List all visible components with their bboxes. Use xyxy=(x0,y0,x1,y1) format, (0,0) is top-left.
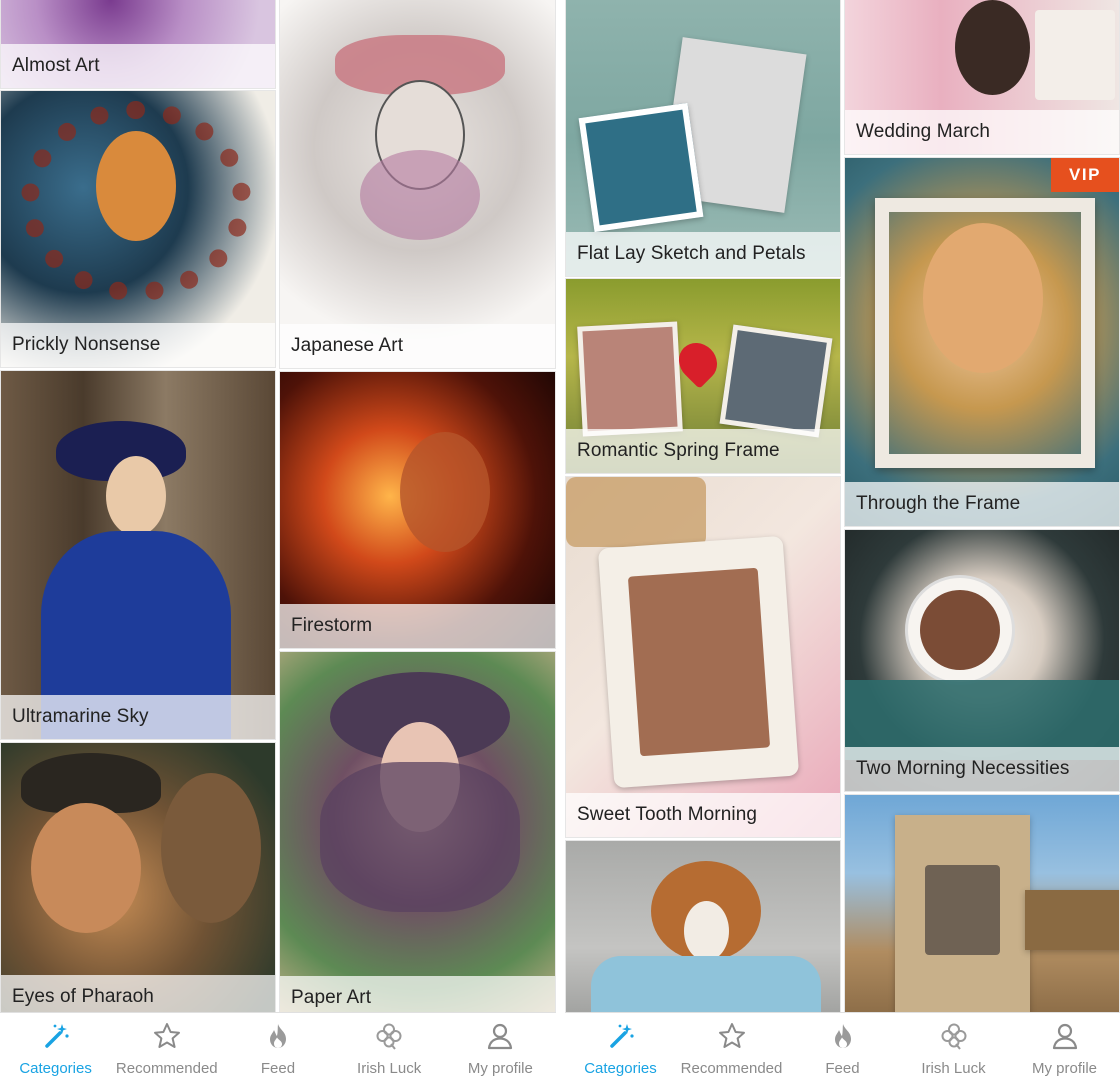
person-icon xyxy=(1009,1021,1120,1051)
nav-label: Irish Luck xyxy=(357,1060,422,1077)
person-icon xyxy=(445,1021,556,1051)
nav-tab-my-profile[interactable]: My profile xyxy=(445,1013,556,1077)
effect-title: Wedding March xyxy=(845,110,1119,154)
effect-thumbnail xyxy=(566,477,840,837)
nav-label: Recommended xyxy=(115,1060,218,1077)
nav-label: My profile xyxy=(1031,1060,1098,1077)
effect-thumbnail xyxy=(280,0,555,368)
nav-tab-recommended[interactable]: Recommended xyxy=(111,1013,222,1077)
nav-tab-recommended[interactable]: Recommended xyxy=(676,1013,787,1077)
effect-title: Firestorm xyxy=(280,604,555,648)
nav-tab-irish-luck[interactable]: Irish Luck xyxy=(898,1013,1009,1077)
effect-title: Almost Art xyxy=(1,44,275,88)
nav-label: Irish Luck xyxy=(921,1060,986,1077)
effect-tile-sweet-tooth-morning[interactable]: Sweet Tooth Morning xyxy=(565,476,841,838)
effect-tile-prickly-nonsense[interactable]: Prickly Nonsense xyxy=(0,90,276,368)
effect-tile-japanese-art[interactable]: Japanese Art xyxy=(279,0,556,369)
star-icon xyxy=(111,1021,222,1051)
nav-tab-categories[interactable]: Categories xyxy=(0,1013,111,1077)
flame-icon xyxy=(222,1021,333,1051)
effect-tile-wedding-march[interactable]: Wedding March xyxy=(844,0,1120,155)
effect-title: Romantic Spring Frame xyxy=(566,429,840,473)
effect-title: Eyes of Pharaoh xyxy=(1,975,275,1012)
effect-tile-dog[interactable] xyxy=(565,840,841,1012)
effects-feed[interactable]: Almost Art Prickly Nonsense Ultramarine … xyxy=(0,0,556,1012)
effect-tile-ultramarine-sky[interactable]: Ultramarine Sky xyxy=(0,370,276,740)
nav-label: Feed xyxy=(260,1060,296,1077)
clover-icon xyxy=(898,1021,1009,1051)
vip-badge: VIP xyxy=(1051,158,1119,192)
effect-thumbnail xyxy=(845,795,1119,1012)
flame-icon xyxy=(787,1021,898,1051)
screenshot-divider xyxy=(556,0,565,1088)
effect-title: Japanese Art xyxy=(280,324,555,368)
bottom-navigation-bar: Categories Recommended Feed Irish Luck M… xyxy=(565,1012,1120,1088)
effect-tile-two-morning-necessities[interactable]: Two Morning Necessities xyxy=(844,529,1120,792)
nav-tab-categories[interactable]: Categories xyxy=(565,1013,676,1077)
nav-label: Categories xyxy=(584,1060,657,1077)
effect-tile-paper-art[interactable]: Paper Art xyxy=(279,651,556,1012)
effect-title: Paper Art xyxy=(280,976,555,1012)
effect-thumbnail xyxy=(1,743,275,1012)
effect-tile-eyes-of-pharaoh[interactable]: Eyes of Pharaoh xyxy=(0,742,276,1012)
nav-label: Categories xyxy=(19,1060,92,1077)
magic-wand-icon xyxy=(0,1021,111,1051)
nav-tab-irish-luck[interactable]: Irish Luck xyxy=(334,1013,445,1077)
effect-thumbnail xyxy=(845,158,1119,526)
effect-tile-firestorm[interactable]: Firestorm xyxy=(279,371,556,649)
magic-wand-icon xyxy=(565,1021,676,1051)
nav-tab-feed[interactable]: Feed xyxy=(222,1013,333,1077)
star-icon xyxy=(676,1021,787,1051)
effect-title: Two Morning Necessities xyxy=(845,747,1119,791)
effect-tile-romantic-spring-frame[interactable]: Romantic Spring Frame xyxy=(565,278,841,474)
clover-icon xyxy=(334,1021,445,1051)
effect-title: Prickly Nonsense xyxy=(1,323,275,367)
right-phone-screen: Flat Lay Sketch and Petals Romantic Spri… xyxy=(565,0,1120,1088)
left-phone-screen: Almost Art Prickly Nonsense Ultramarine … xyxy=(0,0,556,1088)
effect-thumbnail xyxy=(566,841,840,1012)
nav-tab-my-profile[interactable]: My profile xyxy=(1009,1013,1120,1077)
effect-title: Flat Lay Sketch and Petals xyxy=(566,232,840,276)
effect-thumbnail xyxy=(1,371,275,739)
bottom-navigation-bar: Categories Recommended Feed Irish Luck M… xyxy=(0,1012,556,1088)
nav-tab-feed[interactable]: Feed xyxy=(787,1013,898,1077)
effect-title: Sweet Tooth Morning xyxy=(566,793,840,837)
effect-title: Ultramarine Sky xyxy=(1,695,275,739)
effect-tile-through-the-frame[interactable]: VIP Through the Frame xyxy=(844,157,1120,527)
effects-feed[interactable]: Flat Lay Sketch and Petals Romantic Spri… xyxy=(565,0,1120,1012)
nav-label: Recommended xyxy=(680,1060,783,1077)
effect-tile-almost-art[interactable]: Almost Art xyxy=(0,0,276,89)
nav-label: My profile xyxy=(467,1060,533,1077)
effect-tile-wanted-poster[interactable] xyxy=(844,794,1120,1012)
nav-label: Feed xyxy=(825,1060,860,1077)
effect-thumbnail xyxy=(280,652,555,1012)
effect-title: Through the Frame xyxy=(845,482,1119,526)
effect-tile-flat-lay-sketch[interactable]: Flat Lay Sketch and Petals xyxy=(565,0,841,277)
